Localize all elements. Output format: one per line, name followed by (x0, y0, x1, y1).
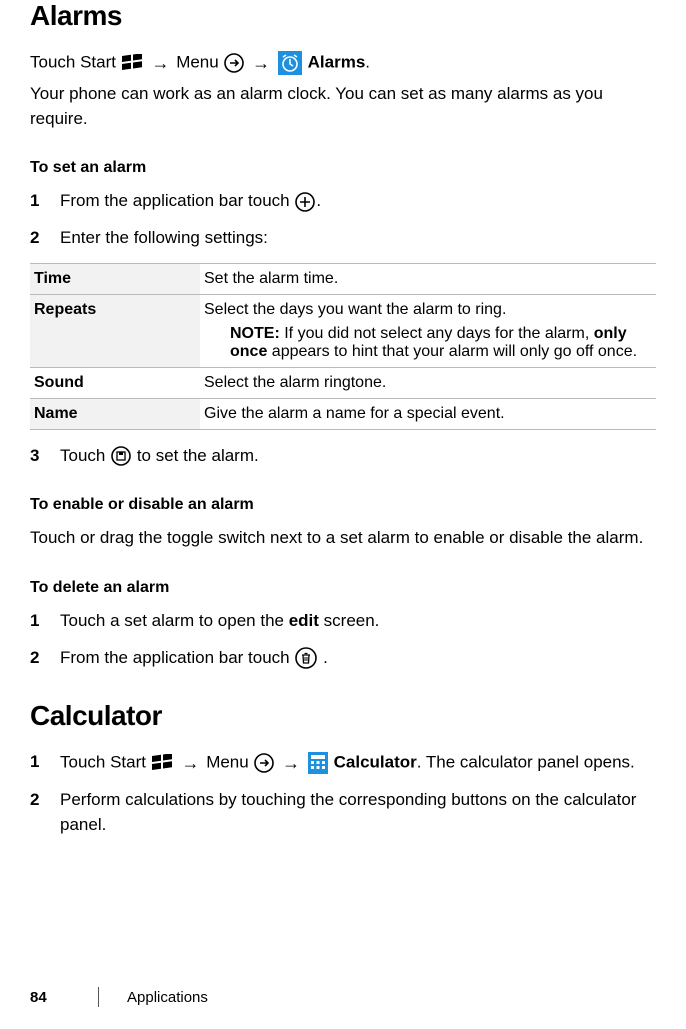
footer-divider (98, 987, 99, 1007)
set-step-2: 2 Enter the following settings: (30, 226, 656, 251)
enable-disable-head: To enable or disable an alarm (30, 496, 656, 514)
enable-disable-body: Touch or drag the toggle switch next to … (30, 526, 656, 551)
calc-step-2: 2 Perform calculations by touching the c… (30, 788, 656, 837)
cell-key-time: Time (30, 263, 200, 294)
set-step-1: 1 From the application bar touch . (30, 189, 656, 214)
start-tiles-icon (152, 754, 174, 772)
calculator-label: Calculator (334, 753, 417, 772)
step-text: . (316, 191, 321, 210)
cell-val-name: Give the alarm a name for a special even… (200, 398, 656, 429)
set-step-3: 3 Touch to set the alarm. (30, 444, 656, 469)
step-text: screen. (319, 611, 379, 630)
table-row: Time Set the alarm time. (30, 263, 656, 294)
calculator-app-icon (308, 752, 328, 774)
period: . (365, 53, 370, 72)
cell-key-sound: Sound (30, 367, 200, 398)
alarms-app-icon (278, 51, 302, 75)
step-text: Perform calculations by touching the cor… (60, 788, 656, 837)
table-row: Sound Select the alarm ringtone. (30, 367, 656, 398)
step-number: 2 (30, 646, 60, 671)
step-number: 2 (30, 226, 60, 251)
step-text: Touch (60, 446, 110, 465)
table-row: Name Give the alarm a name for a special… (30, 398, 656, 429)
step-text: . The calculator panel opens. (417, 753, 635, 772)
text-touch-start: Touch Start (30, 53, 121, 72)
alarms-intro: Your phone can work as an alarm clock. Y… (30, 82, 656, 131)
delete-step-2: 2 From the application bar touch . (30, 646, 656, 671)
add-circle-icon (295, 192, 315, 212)
footer-section: Applications (127, 989, 208, 1006)
arrow-icon: → (252, 50, 270, 76)
page-footer: 84 Applications (30, 969, 656, 1029)
step-text: Touch a set alarm to open the (60, 611, 289, 630)
repeats-main: Select the days you want the alarm to ri… (204, 301, 648, 319)
save-disk-circle-icon (111, 446, 131, 466)
step-number: 3 (30, 444, 60, 469)
alarms-heading: Alarms (30, 0, 656, 32)
alarms-nav-line: Touch Start → Menu → (30, 50, 656, 76)
table-row: Repeats Select the days you want the ala… (30, 294, 656, 367)
cell-key-name: Name (30, 398, 200, 429)
start-tiles-icon (122, 54, 144, 72)
cell-key-repeats: Repeats (30, 294, 200, 367)
step-text: to set the alarm. (137, 446, 259, 465)
step-text: From the application bar touch (60, 648, 294, 667)
arrow-icon: → (181, 750, 199, 776)
page-number: 84 (30, 989, 70, 1006)
delete-step-1: 1 Touch a set alarm to open the edit scr… (30, 609, 656, 634)
alarm-settings-table: Time Set the alarm time. Repeats Select … (30, 263, 656, 430)
text-menu: Menu (206, 753, 253, 772)
cell-val-time: Set the alarm time. (200, 263, 656, 294)
text-touch-start: Touch Start (60, 753, 151, 772)
delete-alarm-head: To delete an alarm (30, 579, 656, 597)
cell-val-sound: Select the alarm ringtone. (200, 367, 656, 398)
trash-circle-icon (295, 647, 317, 669)
menu-arrow-circle-icon (254, 753, 274, 773)
step-number: 1 (30, 750, 60, 776)
step-number: 1 (30, 609, 60, 634)
note-text: appears to hint that your alarm will onl… (267, 343, 637, 360)
calculator-heading: Calculator (30, 700, 656, 732)
step-text: From the application bar touch (60, 191, 294, 210)
to-set-alarm-head: To set an alarm (30, 159, 656, 177)
menu-arrow-circle-icon (224, 53, 244, 73)
alarms-label: Alarms (308, 53, 366, 72)
step-number: 1 (30, 189, 60, 214)
step-text: Enter the following settings: (60, 226, 656, 251)
edit-bold: edit (289, 611, 319, 630)
arrow-icon: → (151, 50, 169, 76)
cell-val-repeats: Select the days you want the alarm to ri… (200, 294, 656, 367)
note-text: If you did not select any days for the a… (280, 325, 594, 342)
step-text: . (323, 648, 328, 667)
arrow-icon: → (282, 750, 300, 776)
repeats-note: NOTE: If you did not select any days for… (204, 325, 648, 361)
calc-step-1: 1 Touch Start → Menu (30, 750, 656, 776)
text-menu: Menu (176, 53, 223, 72)
note-label: NOTE: (230, 325, 280, 342)
step-number: 2 (30, 788, 60, 837)
